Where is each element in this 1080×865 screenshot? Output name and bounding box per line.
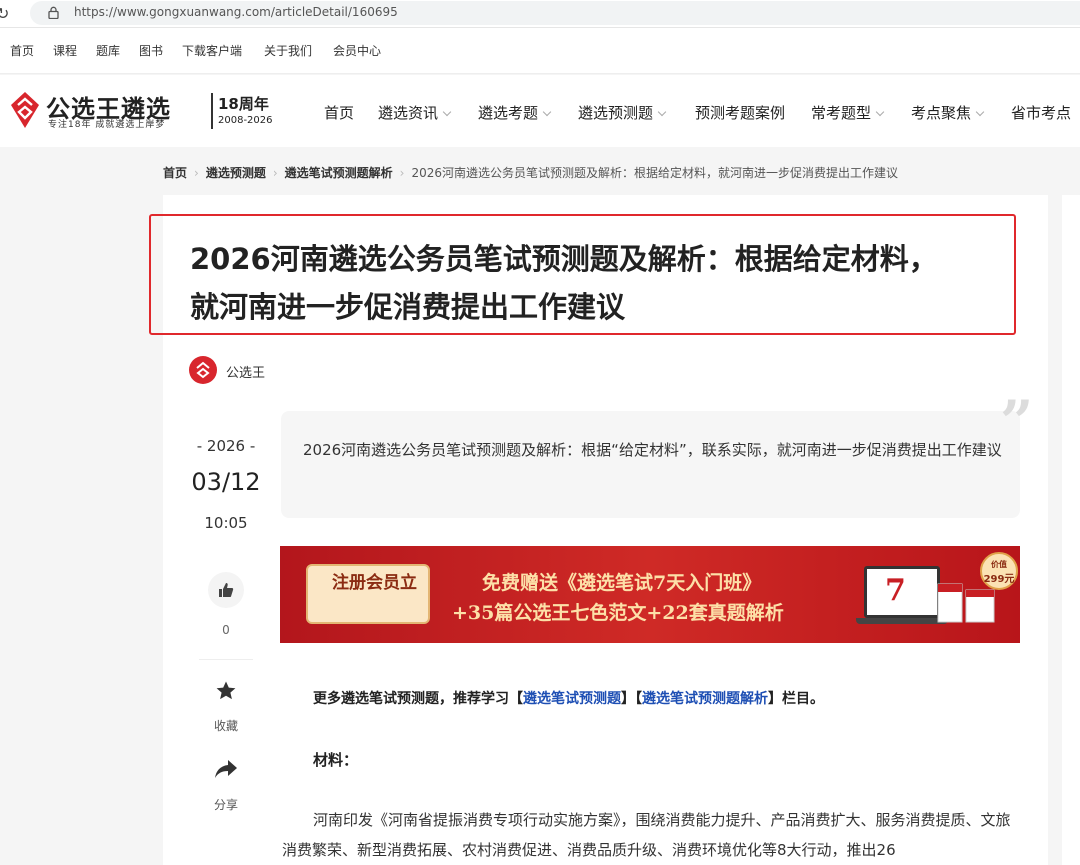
like-count: 0 (222, 623, 230, 637)
article-title-line: 就河南进一步促消费提出工作建议 (190, 290, 626, 324)
topnav-courses[interactable]: 课程 (53, 42, 77, 59)
date-year: - 2026 - (196, 437, 256, 455)
thumbs-up-icon (219, 583, 234, 597)
lock-icon[interactable] (48, 6, 59, 19)
mainnav-focus[interactable]: 考点聚焦 (911, 102, 985, 123)
laptop-base (856, 618, 948, 624)
article-title-line: 2026河南遴选公务员笔试预测题及解析：根据给定材料， (190, 242, 938, 276)
date-year-value: 2026 (206, 437, 246, 455)
mainnav-label: 考点聚焦 (911, 104, 972, 122)
mainnav-questions[interactable]: 遴选考题 (478, 102, 552, 123)
anniversary-years: 2008-2026 (218, 115, 273, 126)
mainnav-cases[interactable]: 预测考题案例 (695, 102, 785, 123)
quote-icon: ” (1000, 388, 1034, 456)
author-avatar[interactable] (189, 356, 217, 384)
price-label: 价值 (991, 560, 1007, 569)
logo-slogan: 专注18年 成就遴选上岸梦 (48, 120, 166, 130)
topnav-member-center[interactable]: 会员中心 (333, 42, 381, 59)
link-predictions[interactable]: 遴选笔试预测题 (523, 691, 621, 707)
price-badge: 价值 299元 (980, 552, 1018, 590)
like-button[interactable] (208, 572, 244, 608)
topnav-home[interactable]: 首页 (10, 42, 34, 59)
mainnav-predictions[interactable]: 遴选预测题 (578, 102, 667, 123)
mainnav-news[interactable]: 遴选资讯 (378, 102, 452, 123)
url-bar[interactable]: https://www.gongxuanwang.com/articleDeta… (30, 1, 1080, 25)
favorite-label[interactable]: 收藏 (196, 717, 256, 734)
breadcrumb-separator: › (194, 166, 199, 180)
chevron-down-icon (442, 107, 452, 117)
price-value: 299元 (983, 574, 1015, 585)
right-sidebar (1062, 195, 1080, 865)
breadcrumb-current: 2026河南遴选公务员笔试预测题及解析：根据给定材料，就河南进一步促消费提出工作… (411, 166, 899, 180)
breadcrumb-home[interactable]: 首页 (163, 166, 187, 180)
logo-icon[interactable] (10, 91, 40, 129)
mainnav-label: 预测考题案例 (695, 104, 786, 122)
topnav-books[interactable]: 图书 (139, 42, 163, 59)
link-prediction-analysis[interactable]: 遴选笔试预测题解析 (642, 691, 768, 707)
banner-seven: 7 (885, 573, 906, 608)
mainnav-question-types[interactable]: 常考题型 (811, 102, 885, 123)
topnav-question-bank[interactable]: 题库 (96, 42, 120, 59)
register-member-label: 注册会员立 (332, 573, 417, 593)
body-text-segment: 】【 (621, 691, 642, 707)
mainnav-label: 遴选资讯 (378, 104, 439, 122)
reload-icon[interactable]: ↻ (0, 4, 9, 23)
mainnav-label: 遴选考题 (478, 104, 539, 122)
article-title: 2026河南遴选公务员笔试预测题及解析：根据给定材料， 就河南进一步促消费提出工… (190, 235, 1030, 331)
body-text-segment: 更多遴选笔试预测题，推荐学习【 (313, 691, 523, 707)
register-member-button[interactable]: 注册会员立 (306, 564, 430, 624)
url-text[interactable]: https://www.gongxuanwang.com/articleDeta… (74, 5, 398, 19)
mainnav-label: 常考题型 (811, 104, 872, 122)
date-month-day: 03/12 (191, 468, 261, 496)
browser-address-bar: ↻ https://www.gongxuanwang.com/articleDe… (0, 0, 1080, 28)
logo-divider (211, 93, 213, 129)
share-label[interactable]: 分享 (196, 796, 256, 813)
share-icon[interactable] (213, 757, 239, 781)
banner-headline: 免费赠送《遴选笔试7天入门班》 (482, 572, 762, 594)
material-heading: 材料： (313, 751, 359, 769)
mainnav-provinces[interactable]: 省市考点 (1011, 102, 1071, 123)
article-summary: 2026河南遴选公务员笔试预测题及解析：根据“给定材料”，联系实际，就河南进一步… (281, 411, 1020, 518)
mainnav-home[interactable]: 首页 (324, 102, 354, 123)
breadcrumb-analysis[interactable]: 遴选笔试预测题解析 (285, 166, 393, 180)
breadcrumb-separator: › (272, 166, 278, 180)
summary-text: 2026河南遴选公务员笔试预测题及解析：根据“给定材料”，联系实际，就河南进一步… (303, 441, 1002, 459)
mainnav-label: 省市考点 (1011, 104, 1072, 122)
breadcrumb: 首页 › 遴选预测题 › 遴选笔试预测题解析 › 2026河南遴选公务员笔试预测题及解析：根… (163, 164, 898, 181)
side-divider (199, 659, 253, 660)
topnav-about[interactable]: 关于我们 (264, 42, 312, 59)
mainnav-label: 首页 (324, 104, 355, 122)
date-time: 10:05 (204, 514, 248, 532)
star-icon[interactable] (214, 679, 238, 703)
laptop-icon: 7 (864, 566, 940, 618)
author-name[interactable]: 公选王 (226, 362, 265, 381)
topnav-download-client[interactable]: 下载客户端 (182, 42, 242, 59)
breadcrumb-predictions[interactable]: 遴选预测题 (206, 166, 266, 180)
more-predictions-text: 更多遴选笔试预测题，推荐学习【遴选笔试预测题】【遴选笔试预测题解析】栏目。 (313, 688, 1053, 708)
promo-banner[interactable]: 注册会员立 免费赠送《遴选笔试7天入门班》 +35篇公选王七色范文+22套真题解… (280, 546, 1020, 643)
chevron-down-icon (542, 107, 552, 117)
body-text-segment: 】栏目。 (768, 691, 824, 707)
chevron-down-icon (975, 107, 985, 117)
banner-subline: +35篇公选王七色范文+22套真题解析 (452, 602, 784, 624)
chevron-down-icon (657, 107, 667, 117)
breadcrumb-separator: › (399, 166, 405, 180)
site-header: 公选王遴选 专注18年 成就遴选上岸梦 18周年 2008-2026 首页 遴选… (0, 75, 1080, 147)
top-nav: 首页 课程 题库 图书 下载客户端 关于我们 会员中心 (0, 28, 1080, 74)
chevron-down-icon (875, 107, 885, 117)
material-paragraph: 河南印发《河南省提振消费专项行动实施方案》，围绕消费能力提升、产品消费扩大、服务… (282, 811, 1011, 859)
anniversary-label: 18周年 (218, 95, 269, 113)
mainnav-label: 遴选预测题 (578, 104, 654, 122)
